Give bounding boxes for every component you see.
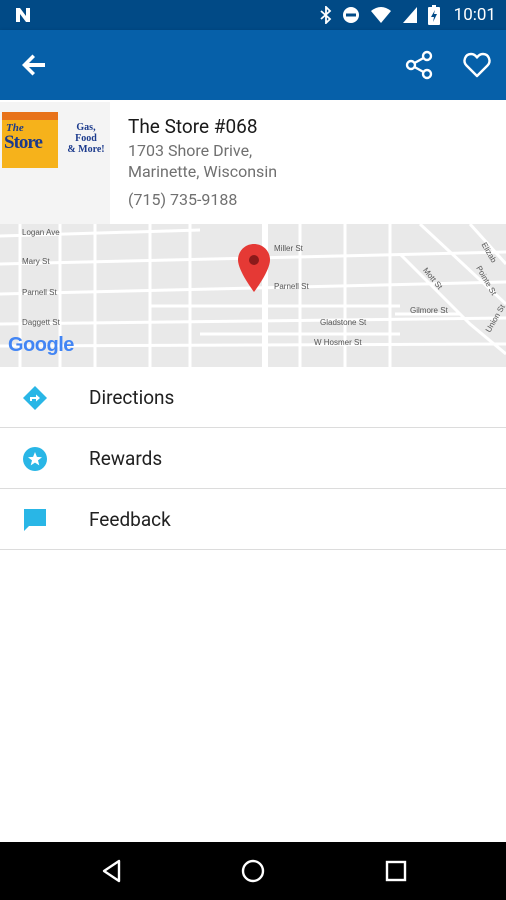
street-label: Gladstone St [320,318,367,327]
app-bar [0,30,506,100]
store-actions: Directions Rewards Feedback [0,367,506,550]
map-streets [0,224,506,367]
store-name: The Store #068 [128,115,258,138]
bluetooth-icon [320,6,331,24]
google-logo-text: Google [8,334,74,356]
rewards-label: Rewards [89,447,163,470]
feedback-label: Feedback [89,508,171,531]
nav-back-icon[interactable] [99,858,125,884]
status-bar: 10:01 [0,0,506,30]
street-label: Parnell St [274,282,309,291]
store-address: 1703 Shore Drive, Marinette, Wisconsin [128,140,277,182]
feedback-row[interactable]: Feedback [0,489,506,550]
notification-n-icon [16,8,30,22]
wifi-icon [370,7,391,23]
logo-tagline-1: Gas, [76,122,96,133]
google-attribution: Google [8,334,74,357]
directions-row[interactable]: Directions [0,367,506,428]
logo-tagline-3: & More! [67,144,105,155]
nav-recents-icon[interactable] [383,858,409,884]
street-label: Mary St [22,257,50,266]
street-label: Miller St [274,244,303,253]
store-logo: The Store Gas, Food & More! [0,102,110,224]
status-time: 10:01 [453,5,496,25]
store-map[interactable]: Logan Ave Mary St Parnell St Daggett St … [0,224,506,367]
store-address-line2: Marinette, Wisconsin [128,162,278,181]
directions-icon [23,386,47,410]
street-label: Logan Ave [22,228,60,237]
street-label: Gilmore St [410,306,448,315]
directions-label: Directions [89,386,175,409]
favorite-heart-icon[interactable] [462,50,492,80]
street-label: Parnell St [22,288,57,297]
nav-home-icon[interactable] [240,858,266,884]
back-arrow-icon[interactable] [20,51,48,79]
logo-brand-bottom: Store [4,132,43,153]
system-nav-bar [0,842,506,900]
do-not-disturb-icon [342,7,359,23]
cell-signal-icon [402,7,417,23]
logo-tagline-2: Food [75,133,97,144]
street-label: Daggett St [22,318,60,327]
street-label: W Hosmer St [314,338,362,347]
share-icon[interactable] [404,50,434,80]
store-address-line1: 1703 Shore Drive, [128,141,253,160]
feedback-icon [24,509,46,531]
store-phone[interactable]: (715) 735-9188 [128,190,237,209]
star-badge-icon [23,447,47,471]
battery-icon [427,5,440,25]
rewards-row[interactable]: Rewards [0,428,506,489]
store-header: The Store Gas, Food & More! The Store #0… [0,100,506,224]
